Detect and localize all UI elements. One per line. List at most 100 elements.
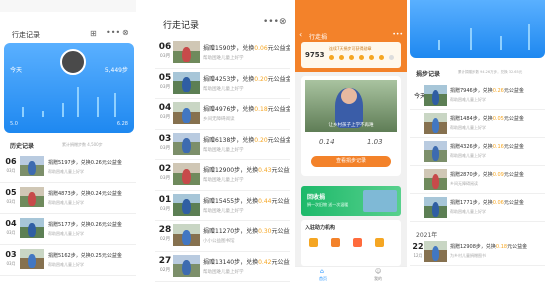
row-unit-text: 元公益金 (271, 167, 290, 174)
row-thumbnail (173, 132, 200, 155)
table-row[interactable]: 03 03月 捐赠5162步，兑换0.25元公益金 帮助困难儿童上好学 (0, 245, 136, 276)
thumb-child (182, 229, 191, 245)
row-month: 03月 (159, 84, 171, 90)
more-icon[interactable]: ••• (106, 29, 120, 37)
row-month: 03月 (6, 230, 16, 235)
row-unit-text: 元公益金 (503, 200, 524, 206)
more-icon[interactable]: ••• (263, 18, 279, 27)
row-title: 捐赠11270步，兑换0.30元公益金 (203, 226, 290, 235)
row-amount: 0.18 (254, 106, 268, 113)
row-subtitle: 帮助困难儿童上好学 (48, 231, 84, 236)
row-subtitle: 帮助困难儿童上好学 (450, 153, 486, 158)
row-unit-text: 元公益金 (267, 45, 290, 52)
close-icon[interactable]: ⊗ (122, 29, 129, 37)
table-row[interactable]: 捐赠1771步，兑换0.06元公益金 帮助困难儿童上好学 (410, 194, 545, 222)
table-row[interactable]: 04 03月 捐赠5177步，兑换0.26元公益金 帮助困难儿童上好学 (0, 214, 136, 245)
table-row[interactable]: 02 03月 捐赠12900步，兑换0.43元公益金帮助困难儿童上好学 (155, 160, 290, 191)
row-thumbnail (424, 241, 447, 262)
partners-heading: 入驻助力机构 (305, 225, 336, 231)
steps-chart (12, 83, 126, 117)
table-row[interactable]: 22 12月 捐赠12908步，兑换0.18元公益金 为乡村儿童捐赠图书 (410, 238, 545, 266)
steps-card (410, 0, 545, 58)
back-icon[interactable]: ‹ (299, 31, 302, 39)
panel-step-record: 捐步记录 累计捐赠步数 94.26万步，兑换 32.65元 今天 2021年 捐… (410, 0, 545, 283)
chart-bar (42, 111, 44, 117)
steps-value: 5,449步 (104, 67, 128, 74)
row-steps-text: 捐赠7946步，兑换 (450, 88, 493, 94)
table-row[interactable]: 捐赠2870步，兑换0.09元公益金 乡间无障碍阅读 (410, 166, 545, 194)
home-icon[interactable]: ⌂ (320, 268, 324, 275)
donate-card: 让乡村孩子上学不再难 0.14 1.03 查看捐步记录 (301, 76, 401, 176)
promo-banner[interactable]: 回收捐 捐一次旧物 送一次温暖 (301, 186, 401, 216)
streak-card: 9753 连续7天捐步可获得勋章 (301, 42, 401, 68)
table-row[interactable]: 05 03月 捐赠4873步，兑换0.24元公益金 帮助困难儿童上好学 (0, 183, 136, 214)
thumb-child (182, 46, 191, 62)
row-day: 02 (158, 164, 172, 174)
partner-icon[interactable] (331, 238, 340, 247)
steps-value: 9753 (305, 51, 325, 59)
row-month: 03月 (159, 145, 171, 151)
table-row[interactable]: 03 03月 捐赠6138步，兑换0.20元公益金 帮助困难儿童上好学 (155, 130, 290, 160)
history-heading: 历史记录 (10, 143, 35, 150)
status-bar (0, 0, 136, 12)
row-title: 捐赠7946步，兑换0.26元公益金 (450, 87, 524, 94)
table-row[interactable]: 05 03月 捐赠4253步，兑换0.20元公益金 帮助困难儿童上好学 (155, 69, 290, 99)
thumb-child (182, 77, 191, 93)
grid-icon[interactable]: ⊞ (90, 30, 97, 38)
row-title: 捐赠5162步，兑换0.25元公益金 (48, 253, 122, 259)
table-row[interactable]: 06 03月 捐赠5197步，兑换0.26元公益金 帮助困难儿童上好学 (0, 152, 136, 183)
close-icon[interactable]: ⊗ (279, 18, 287, 27)
row-steps-text: 捐赠13140步，兑换 (203, 258, 259, 266)
row-steps-text: 捐赠1484步，兑换 (450, 116, 493, 122)
row-steps-text: 捐赠12908步，兑换 (450, 244, 496, 250)
table-row[interactable]: 捐赠7946步，兑换0.26元公益金 帮助困难儿童上好学 (410, 82, 545, 110)
row-thumbnail (173, 163, 200, 185)
table-row[interactable]: 2702月 捐赠13140步，兑换0.42元公益金帮助困难儿童上好学 (155, 252, 290, 282)
row-day: 05 (5, 188, 17, 197)
avatar (60, 49, 86, 75)
partner-icon[interactable] (353, 238, 362, 247)
thumb-child (432, 146, 439, 161)
thumb-child (182, 199, 191, 215)
table-row[interactable]: 28 02月 捐赠11270步，兑换0.30元公益金小小公益图书馆 (155, 221, 290, 252)
row-subtitle: 帮助困难儿童上好学 (48, 169, 84, 174)
view-records-button[interactable]: 查看捐步记录 (311, 156, 391, 167)
row-steps-text: 捐赠2870步，兑换 (450, 172, 493, 178)
chart-bar (528, 24, 530, 50)
nav-home[interactable]: 首页 (319, 276, 327, 282)
row-thumbnail (173, 224, 200, 246)
table-row[interactable]: 0103月 捐赠15455步，兑换0.44元公益金帮助困难儿童上好学 (155, 191, 290, 221)
row-title: 捐赠12900步，兑换0.43元公益金 (203, 165, 290, 174)
partner-icon[interactable] (375, 238, 384, 247)
row-unit-text: 元公益金 (507, 244, 528, 250)
streak-text: 连续7天捐步可获得勋章 (329, 46, 372, 51)
partner-icon[interactable] (309, 238, 318, 247)
more-icon[interactable]: ••• (392, 32, 403, 38)
table-row[interactable]: 04 03月 捐赠4976步，兑换0.18元公益金 乡间无障碍阅读 (155, 99, 290, 130)
row-month: 02月 (159, 267, 171, 273)
page-title: 行走记录 (12, 31, 40, 39)
row-day: 03 (158, 133, 172, 144)
day-dot (339, 55, 344, 60)
nav-mine[interactable]: 我的 (374, 276, 382, 282)
table-row[interactable]: 捐赠1484步，兑换0.05元公益金 帮助困难儿童上好学 (410, 110, 545, 138)
row-title: 捐赠1771步，兑换0.06元公益金 (450, 199, 524, 206)
streak-dots (329, 55, 399, 61)
row-day: 06 (5, 157, 17, 166)
partners-card: 入驻助力机构 (301, 220, 401, 266)
table-row[interactable]: 捐赠4326步，兑换0.16元公益金 帮助困难儿童上好学 (410, 138, 545, 166)
user-icon[interactable]: ☺ (375, 268, 381, 275)
table-row[interactable]: 06 03月 捐赠1590步，兑换0.06元公益金 帮助困难儿童上好学 (155, 38, 290, 69)
row-amount: 0.16 (492, 144, 504, 150)
row-amount: 0.09 (492, 172, 504, 178)
row-month: 03月 (159, 54, 171, 59)
row-steps-text: 捐赠1771步，兑换 (450, 200, 493, 206)
row-subtitle: 帮助困难儿童上好学 (450, 97, 486, 102)
row-amount: 0.06 (254, 45, 268, 52)
row-thumbnail (173, 71, 200, 94)
row-day: 28 (158, 225, 172, 235)
thumb-child (28, 223, 36, 237)
day-dot (359, 55, 364, 60)
chart-bar (77, 87, 79, 117)
thumb-child (182, 260, 191, 276)
